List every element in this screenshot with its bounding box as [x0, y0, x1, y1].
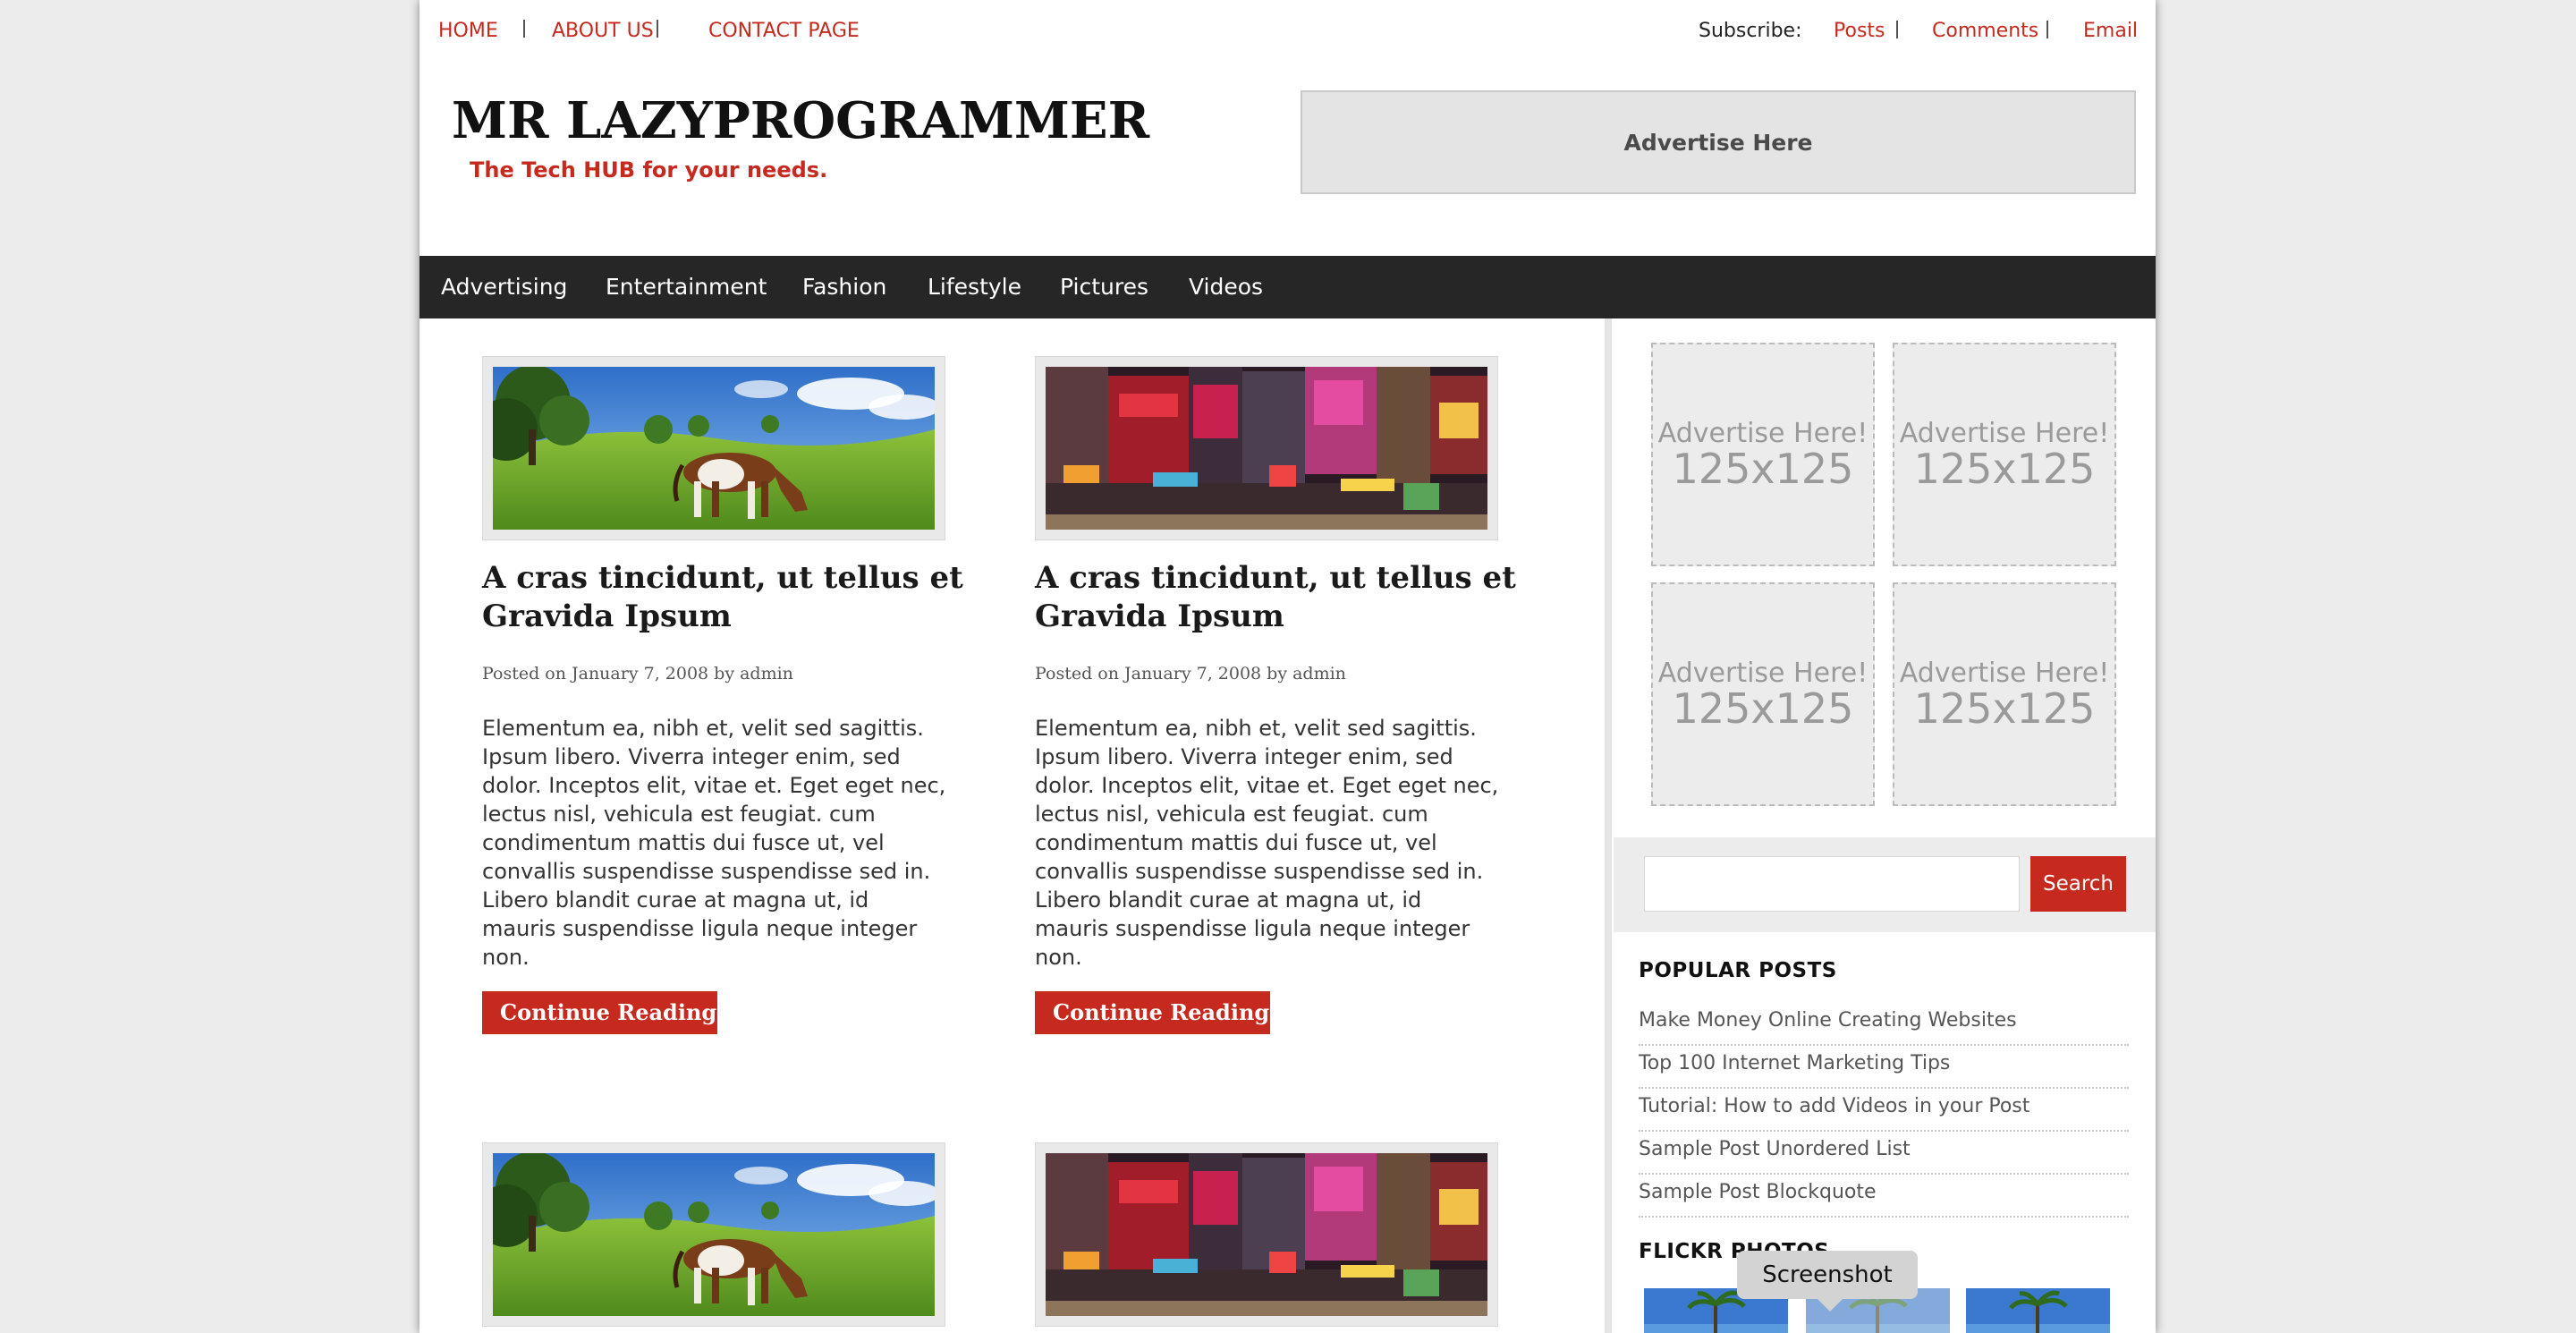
city-billboards-image: [1046, 367, 1487, 530]
main-nav: Advertising Entertainment Fashion Lifest…: [419, 256, 2156, 318]
ad-125-size: 125x125: [1913, 684, 2096, 733]
site-tagline: The Tech HUB for your needs.: [470, 157, 828, 183]
ad-125-slot[interactable]: Advertise Here! 125x125: [1893, 343, 2116, 566]
search-input[interactable]: [1644, 856, 2020, 912]
top-nav-contact-page[interactable]: CONTACT PAGE: [708, 20, 860, 42]
popular-post-link[interactable]: Sample Post Unordered List: [1639, 1133, 2129, 1175]
continue-reading-button[interactable]: Continue Reading: [1035, 991, 1270, 1034]
search-button[interactable]: Search: [2030, 856, 2126, 912]
post-title[interactable]: A cras tincidunt, ut tellus et Gravida I…: [1035, 559, 1518, 636]
subscribe-label: Subscribe:: [1699, 20, 1802, 42]
nav-item-lifestyle[interactable]: Lifestyle: [928, 274, 1021, 300]
popular-posts-heading: POPULAR POSTS: [1639, 959, 1837, 982]
flickr-photo[interactable]: [1966, 1288, 2110, 1333]
screenshot-tooltip: Screenshot: [1737, 1251, 1918, 1299]
subscribe-posts-link[interactable]: Posts: [1834, 20, 1885, 42]
ad-125-size: 125x125: [1672, 684, 1854, 733]
top-nav-about-us[interactable]: ABOUT US: [552, 20, 654, 42]
horse-meadow-image: [493, 367, 935, 530]
ad-banner[interactable]: Advertise Here: [1301, 90, 2136, 194]
popular-post-link[interactable]: Tutorial: How to add Videos in your Post: [1639, 1090, 2129, 1132]
horse-meadow-image: [493, 1153, 935, 1316]
subscribe-separator: [1896, 21, 1898, 38]
nav-item-fashion[interactable]: Fashion: [802, 274, 886, 300]
post-excerpt: Elementum ea, nibh et, velit sed sagitti…: [482, 716, 946, 970]
top-nav-separator: [657, 20, 658, 38]
subscribe-comments-link[interactable]: Comments: [1932, 20, 2038, 42]
popular-post-link[interactable]: Make Money Online Creating Websites: [1639, 1004, 2129, 1046]
post-thumbnail[interactable]: [482, 1142, 945, 1327]
ad-125-size: 125x125: [1672, 445, 1854, 493]
nav-item-advertising[interactable]: Advertising: [441, 274, 567, 300]
ad-125-slot[interactable]: Advertise Here! 125x125: [1651, 343, 1875, 566]
post-meta: Posted on January 7, 2008 by admin: [1035, 664, 1346, 683]
post-thumbnail[interactable]: [482, 356, 945, 540]
ad-125-slot[interactable]: Advertise Here! 125x125: [1651, 582, 1875, 806]
site-title[interactable]: MR LAZYPROGRAMMER: [452, 91, 1149, 150]
popular-post-link[interactable]: Sample Post Blockquote: [1639, 1176, 2129, 1218]
nav-item-entertainment[interactable]: Entertainment: [606, 274, 767, 300]
post-thumbnail[interactable]: [1035, 1142, 1498, 1327]
ad-125-size: 125x125: [1913, 445, 2096, 493]
city-billboards-image: [1046, 1153, 1487, 1316]
post-excerpt: Elementum ea, nibh et, velit sed sagitti…: [1035, 716, 1499, 970]
sidebar-divider: [1605, 318, 1612, 1333]
post-thumbnail[interactable]: [1035, 356, 1498, 540]
subscribe-email-link[interactable]: Email: [2083, 20, 2138, 42]
nav-item-pictures[interactable]: Pictures: [1060, 274, 1148, 300]
post-title[interactable]: A cras tincidunt, ut tellus et Gravida I…: [482, 559, 965, 636]
nav-item-videos[interactable]: Videos: [1189, 274, 1263, 300]
popular-post-link[interactable]: Top 100 Internet Marketing Tips: [1639, 1047, 2129, 1089]
top-nav-separator: [523, 20, 525, 38]
ad-125-slot[interactable]: Advertise Here! 125x125: [1893, 582, 2116, 806]
tooltip-arrow: [1818, 1299, 1843, 1312]
post-meta: Posted on January 7, 2008 by admin: [482, 664, 793, 683]
continue-reading-button[interactable]: Continue Reading: [482, 991, 717, 1034]
page-container: HOME ABOUT US CONTACT PAGE Subscribe: Po…: [419, 0, 2156, 1333]
subscribe-separator: [2046, 21, 2048, 38]
top-nav-home[interactable]: HOME: [438, 20, 498, 42]
